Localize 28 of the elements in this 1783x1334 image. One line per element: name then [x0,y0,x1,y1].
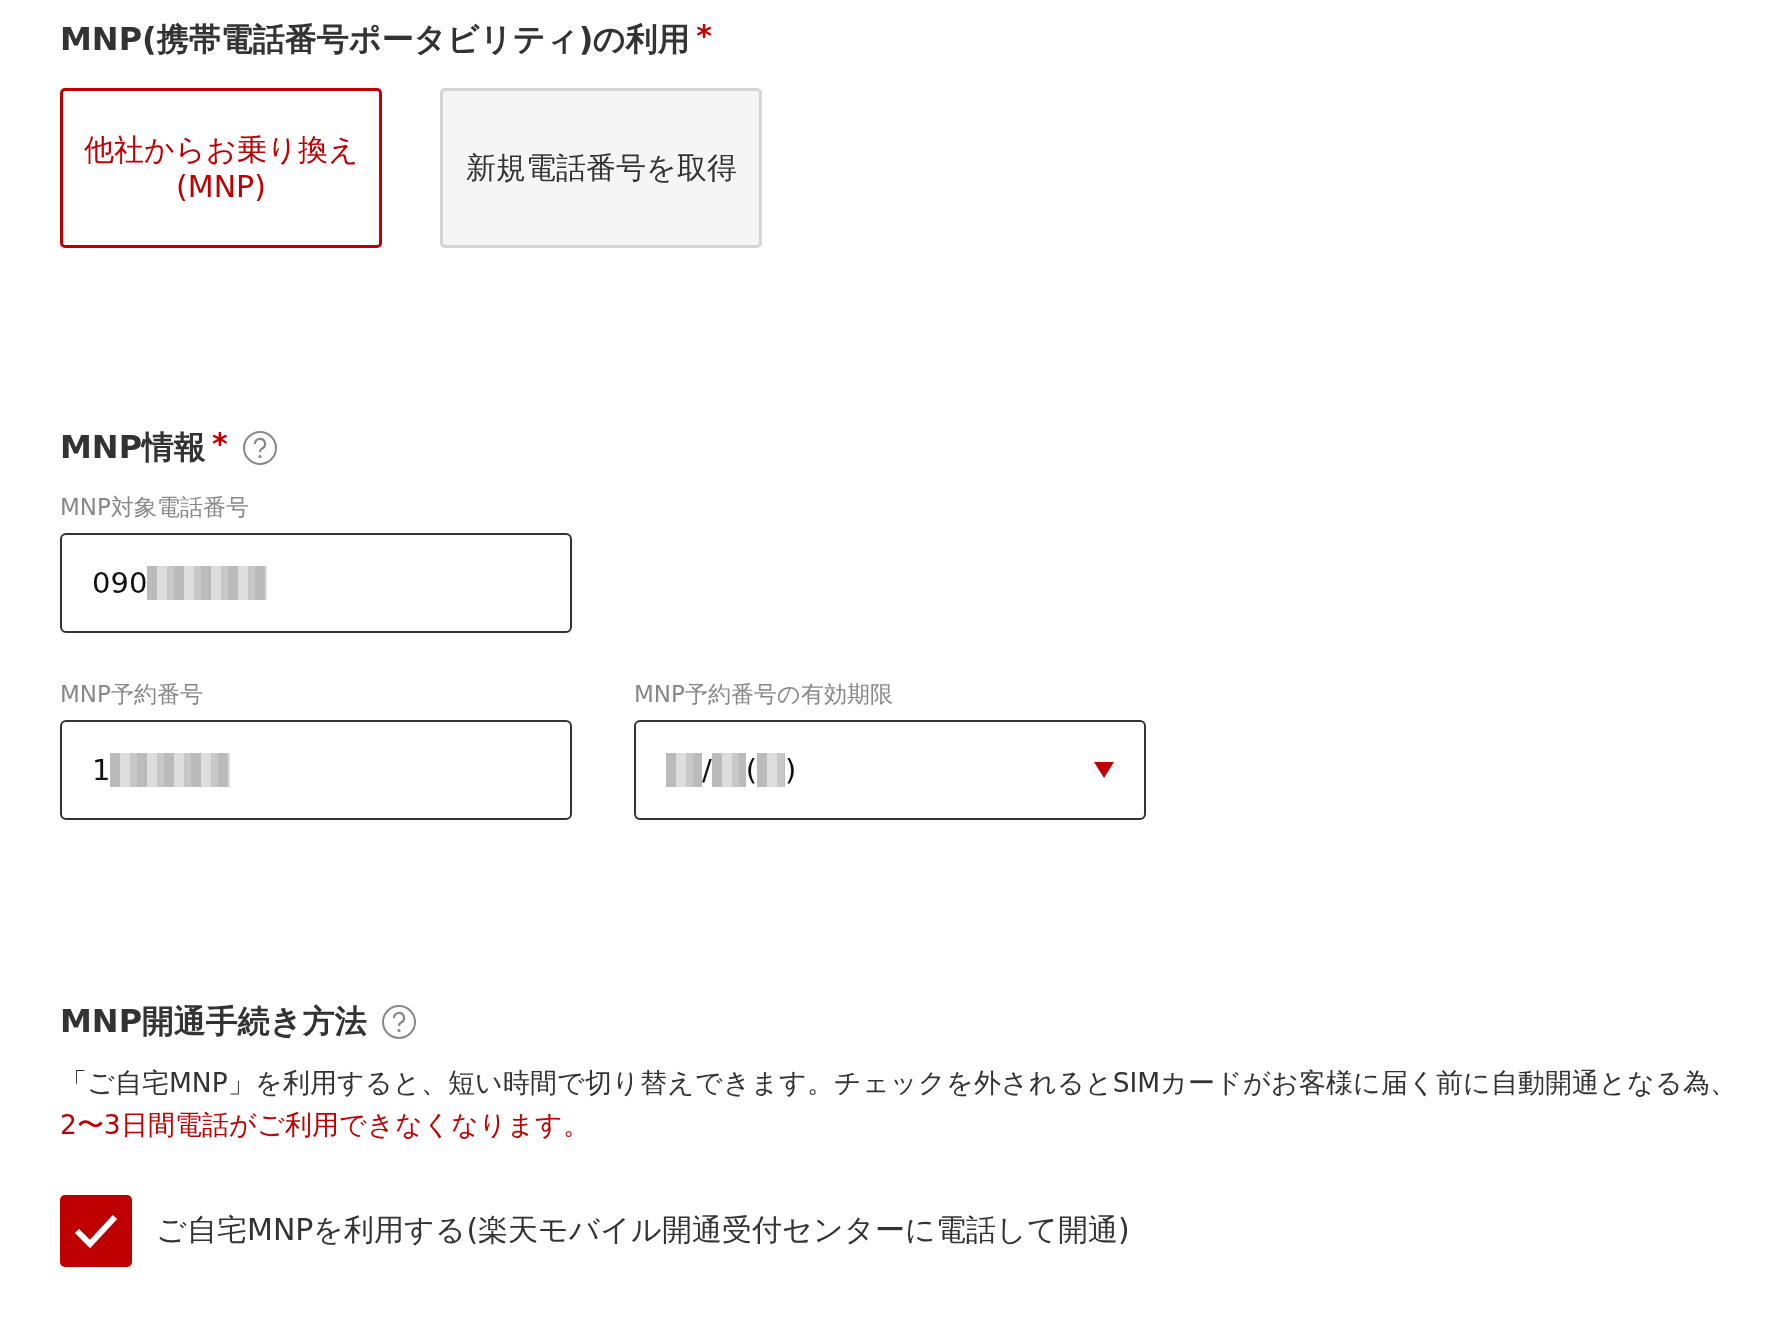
field-value: / [702,753,712,787]
input-field[interactable]: 090 [60,533,572,633]
section-title: MNP開通手続き方法 [60,1001,368,1042]
checkbox-label[interactable]: ご自宅MNPを利用する(楽天モバイル開通受付センターに電話して開通) [156,1210,1130,1252]
help-icon[interactable] [381,1004,418,1040]
field-value: ) [785,753,797,787]
warning-text: 2〜3日間電話がご利用できなくなります。 [60,1108,591,1143]
field-label: MNP予約番号の有効期限 [634,680,894,709]
field-label: MNP対象電話番号 [60,493,250,522]
redaction-blur [666,753,702,787]
checkbox[interactable] [60,1194,132,1267]
required-mark: * [696,18,713,53]
field-value: ( [745,753,758,787]
redaction-blur [757,753,786,787]
field-label: MNP予約番号 [60,680,204,709]
option-button[interactable]: 他社からお乗り換え (MNP) [60,88,382,248]
date-select[interactable]: / ( ) [634,720,1146,820]
field-value: 090 [92,566,148,600]
dropdown-arrow-icon [1094,762,1114,778]
section-title: MNP情報 [60,427,207,468]
field-value: 1 [92,753,111,787]
description-text: 「ご自宅MNP」を利用すると、短い時間で切り替えできます。チェックを外されるとSIMカードがお客様に届く前に自動開通となる為、 [60,1066,1739,1100]
section-title: MNP(携帯電話番号ポータビリティ)の利用 [60,19,691,60]
required-mark: * [212,426,228,461]
option-button[interactable]: 新規電話番号を取得 [440,88,762,248]
input-field[interactable]: 1 [60,720,572,820]
redaction-blur [711,753,746,787]
help-icon[interactable] [241,430,278,466]
